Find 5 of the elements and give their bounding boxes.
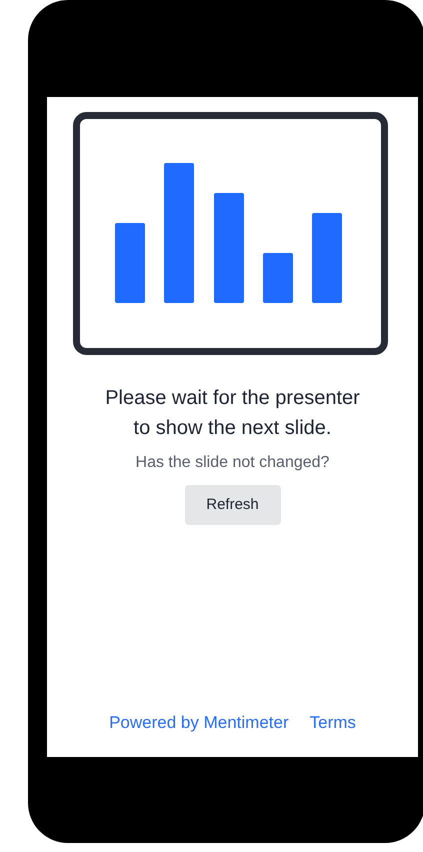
- footer-link[interactable]: Terms: [310, 710, 356, 735]
- slide-question: Has the slide not changed?: [136, 453, 330, 473]
- waiting-message: Please wait for the presenter to show the next slide.: [104, 386, 361, 441]
- footer-link[interactable]: Powered by Mentimeter: [109, 710, 289, 735]
- refresh-button[interactable]: Refresh: [184, 485, 280, 525]
